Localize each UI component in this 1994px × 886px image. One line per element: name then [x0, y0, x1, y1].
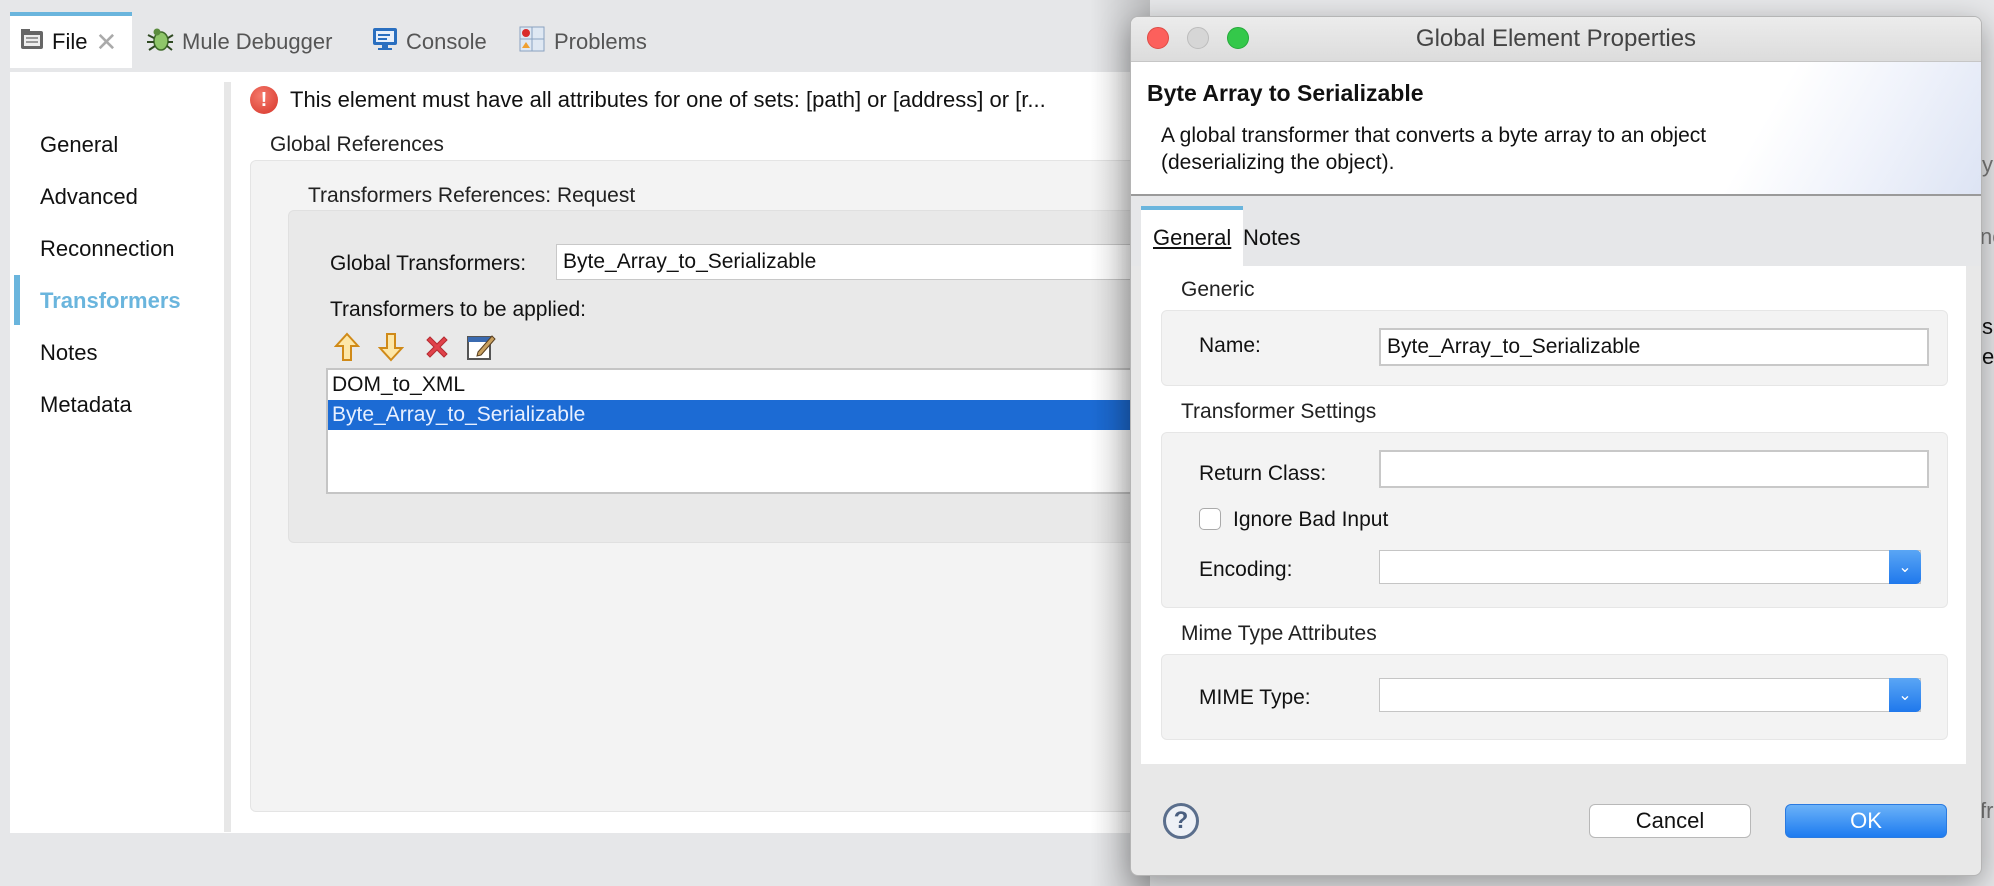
sidebar-item-advanced[interactable]: Advanced [40, 184, 138, 210]
file-editor-icon [20, 28, 44, 56]
dialog-tab-bar: General Notes [1131, 196, 1981, 266]
tab-label: Mule Debugger [182, 29, 333, 54]
mime-type-dropdown[interactable]: ⌄ [1379, 678, 1921, 712]
global-element-properties-dialog: Global Element Properties Byte Array to … [1130, 16, 1982, 876]
dialog-header: Byte Array to Serializable A global tran… [1131, 62, 1981, 196]
tab-general[interactable]: General [1141, 206, 1244, 266]
transformers-section-title: Transformers References: Request [308, 184, 636, 207]
sidebar-item-reconnection[interactable]: Reconnection [40, 236, 175, 262]
problems-icon [518, 25, 546, 59]
generic-group-title: Generic [1181, 278, 1255, 301]
dialog-header-title: Byte Array to Serializable [1147, 80, 1424, 106]
global-transformers-combo[interactable]: Byte_Array_to_Serializable [556, 244, 1146, 280]
tab-mule-debugger[interactable]: Mule Debugger [146, 12, 332, 72]
global-transformers-label: Global Transformers: [330, 252, 527, 275]
sidebar-item-notes[interactable]: Notes [40, 340, 97, 366]
dialog-titlebar[interactable]: Global Element Properties [1131, 17, 1981, 62]
return-class-input[interactable] [1379, 450, 1929, 488]
transformers-applied-label: Transformers to be applied: [330, 298, 587, 321]
tab-problems[interactable]: Problems [518, 12, 647, 72]
tab-label: Notes [1243, 225, 1301, 250]
dialog-header-description: A global transformer that converts a byt… [1161, 122, 1706, 176]
ignore-bad-input-checkbox[interactable] [1199, 508, 1221, 530]
list-item-selected[interactable]: Byte_Array_to_Serializable [328, 400, 1144, 430]
name-input[interactable]: Byte_Array_to_Serializable [1379, 328, 1929, 366]
help-icon[interactable]: ? [1163, 803, 1199, 839]
sidebar-item-transformers[interactable]: Transformers [40, 288, 181, 314]
background-text-fragment: no [1980, 224, 1994, 249]
console-icon [372, 27, 398, 57]
tab-notes[interactable]: Notes [1231, 210, 1312, 266]
list-item[interactable]: DOM_to_XML [328, 370, 1144, 400]
cancel-button[interactable]: Cancel [1589, 804, 1751, 838]
tab-label: Console [406, 29, 487, 54]
properties-sidebar: General Advanced Reconnection Transforme… [10, 72, 225, 833]
return-class-label: Return Class: [1199, 462, 1327, 485]
delete-icon[interactable] [422, 332, 452, 362]
sidebar-item-metadata[interactable]: Metadata [40, 392, 132, 418]
encoding-label: Encoding: [1199, 558, 1293, 581]
ok-button[interactable]: OK [1785, 804, 1947, 838]
dialog-body: Generic Name: Byte_Array_to_Serializable… [1141, 266, 1966, 764]
ignore-bad-input-label[interactable]: Ignore Bad Input [1233, 508, 1388, 532]
dialog-title: Global Element Properties [1415, 25, 1697, 52]
mime-type-label: MIME Type: [1199, 686, 1311, 709]
tab-label: General [1153, 225, 1232, 250]
chevron-down-icon[interactable]: ⌄ [1889, 550, 1921, 584]
tab-label: File [52, 29, 88, 54]
transformer-settings-title: Transformer Settings [1181, 400, 1377, 423]
tab-label: Problems [554, 29, 647, 54]
global-transformers-value: Byte_Array_to_Serializable [563, 250, 817, 273]
active-item-marker [14, 275, 20, 325]
arrow-down-icon[interactable] [376, 332, 406, 362]
name-value: Byte_Array_to_Serializable [1387, 335, 1641, 358]
background-text-fragment: e [1982, 344, 1994, 369]
background-text-fragment: y [1982, 152, 1993, 177]
error-banner: ! This element must have all attributes … [250, 86, 1046, 114]
description-line: (deserializing the object). [1161, 151, 1395, 174]
edit-icon[interactable] [466, 332, 496, 362]
background-text-fragment: fr [1980, 798, 1994, 823]
encoding-dropdown[interactable]: ⌄ [1379, 550, 1921, 584]
tab-file[interactable]: File ✕ [10, 12, 132, 68]
sidebar-splitter[interactable] [224, 82, 231, 832]
close-icon[interactable]: ✕ [95, 27, 117, 58]
background-text-fragment: s [1982, 314, 1993, 339]
mime-type-group-title: Mime Type Attributes [1181, 622, 1377, 645]
error-message: This element must have all attributes fo… [290, 87, 1046, 112]
transformers-list[interactable]: DOM_to_XML Byte_Array_to_Serializable [326, 368, 1146, 494]
tab-console[interactable]: Console [372, 12, 487, 72]
bug-icon [146, 26, 174, 58]
chevron-down-icon[interactable]: ⌄ [1889, 678, 1921, 712]
error-icon: ! [250, 86, 278, 114]
arrow-up-icon[interactable] [332, 332, 362, 362]
name-label: Name: [1199, 334, 1261, 357]
description-line: A global transformer that converts a byt… [1161, 124, 1707, 147]
sidebar-item-general[interactable]: General [40, 132, 118, 158]
global-references-title: Global References [270, 133, 444, 156]
